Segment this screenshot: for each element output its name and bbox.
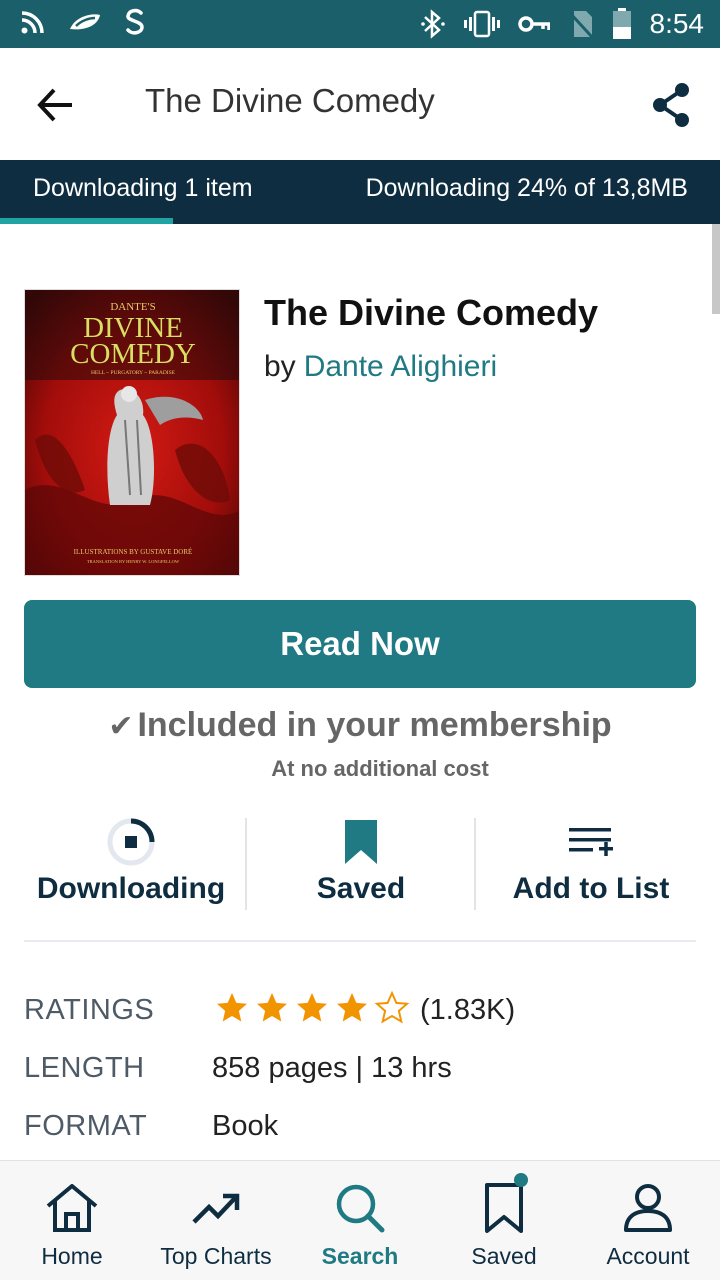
- format-row: FORMAT Book: [24, 1110, 696, 1160]
- length-label: LENGTH: [24, 1052, 145, 1084]
- page-title: The Divine Comedy: [145, 82, 435, 119]
- scrollbar[interactable]: [712, 224, 720, 314]
- nav-home-label: Home: [41, 1243, 103, 1269]
- cover-translation: TRANSLATION BY HENRY W. LONGFELLOW: [87, 559, 180, 564]
- read-now-button[interactable]: Read Now: [24, 600, 696, 688]
- bookmark-icon: [345, 820, 377, 864]
- ratings-label: RATINGS: [24, 994, 155, 1026]
- membership-included: ✔ Included in your membership: [0, 706, 720, 745]
- star-filled-icon: [217, 993, 247, 1022]
- format-value: Book: [212, 1110, 279, 1142]
- download-count-text: Downloading 1 item: [33, 174, 253, 202]
- share-icon: [653, 83, 689, 127]
- nav-saved[interactable]: Saved: [432, 1161, 576, 1280]
- bluetooth-icon: [420, 9, 445, 39]
- back-button[interactable]: [30, 80, 80, 130]
- star-empty-icon: [374, 990, 410, 1024]
- app-bar: The Divine Comedy: [0, 48, 720, 160]
- star-filled-icon: [337, 993, 367, 1022]
- sync-icon: [126, 8, 144, 35]
- star-filled-icon: [257, 993, 287, 1022]
- download-progress-icon: [107, 818, 155, 866]
- home-icon: [46, 1184, 98, 1232]
- check-icon: ✔: [108, 710, 134, 743]
- battery-icon: [612, 8, 631, 39]
- messaging-icon: [70, 14, 100, 30]
- clock: 8:54: [649, 8, 705, 39]
- add-to-list-action[interactable]: Add to List: [476, 816, 706, 912]
- nav-saved-label: Saved: [471, 1243, 537, 1269]
- nav-top-charts-label: Top Charts: [160, 1243, 272, 1269]
- action-row: Downloading Saved Add to List: [16, 816, 706, 912]
- downloading-action[interactable]: Downloading: [16, 816, 246, 912]
- saved-badge-dot: [514, 1173, 528, 1187]
- download-status-bar[interactable]: Downloading 1 item Downloading 24% of 13…: [0, 160, 720, 224]
- status-bar: 8:54: [0, 0, 720, 48]
- nav-search[interactable]: Search: [288, 1161, 432, 1280]
- saved-label: Saved: [316, 872, 406, 905]
- author-line: by Dante Alighieri: [264, 350, 497, 384]
- ratings-row: RATINGS (1.83K): [24, 990, 696, 1044]
- no-sim-icon: [568, 11, 593, 39]
- nav-top-charts[interactable]: Top Charts: [144, 1161, 288, 1280]
- nav-account-label: Account: [606, 1243, 690, 1269]
- author-link[interactable]: Dante Alighieri: [304, 350, 497, 383]
- length-row: LENGTH 858 pages | 13 hrs: [24, 1052, 696, 1102]
- downloading-label: Downloading: [36, 872, 226, 905]
- no-cost-text: At no additional cost: [271, 756, 489, 781]
- arrow-back-icon: [37, 88, 72, 122]
- star-filled-icon: [297, 993, 327, 1022]
- section-divider: [24, 940, 696, 942]
- book-title: The Divine Comedy: [264, 292, 599, 333]
- download-progress-text: Downloading 24% of 13,8MB: [365, 174, 688, 202]
- search-icon: [336, 1184, 385, 1233]
- bottom-navigation: Home Top Charts Search Saved Account: [0, 1160, 720, 1280]
- format-label: FORMAT: [24, 1110, 148, 1142]
- cover-illustrations: ILLUSTRATIONS BY GUSTAVE DORÉ: [74, 548, 193, 556]
- account-icon: [624, 1184, 672, 1232]
- vibrate-icon: [463, 10, 500, 38]
- book-cover[interactable]: DANTE'S DIVINE COMEDY HELL ~ PURGATORY ~…: [24, 289, 240, 576]
- cover-subtitle: HELL ~ PURGATORY ~ PARADISE: [91, 370, 176, 376]
- nav-search-label: Search: [321, 1243, 399, 1269]
- bookmark-outline-icon: [485, 1183, 523, 1233]
- book-cover-art: DANTE'S DIVINE COMEDY HELL ~ PURGATORY ~…: [25, 290, 239, 575]
- membership-included-text: Included in your membership: [137, 706, 612, 744]
- by-label: by: [264, 350, 296, 383]
- add-to-list-label: Add to List: [512, 872, 670, 905]
- share-button[interactable]: [648, 80, 694, 130]
- download-progress-fill: [0, 218, 173, 224]
- rating-stars[interactable]: [214, 990, 410, 1026]
- nav-account[interactable]: Account: [576, 1161, 720, 1280]
- nav-home[interactable]: Home: [0, 1161, 144, 1280]
- vpn-key-icon: [517, 16, 550, 32]
- saved-action[interactable]: Saved: [246, 816, 476, 912]
- length-value: 858 pages | 13 hrs: [212, 1052, 452, 1084]
- cover-title-line2: COMEDY: [70, 338, 196, 370]
- playlist-add-icon: [569, 828, 613, 856]
- rating-count: (1.83K): [420, 994, 516, 1026]
- cast-icon: [21, 11, 44, 34]
- download-progress-track: [0, 218, 720, 224]
- trending-up-icon: [192, 1193, 240, 1224]
